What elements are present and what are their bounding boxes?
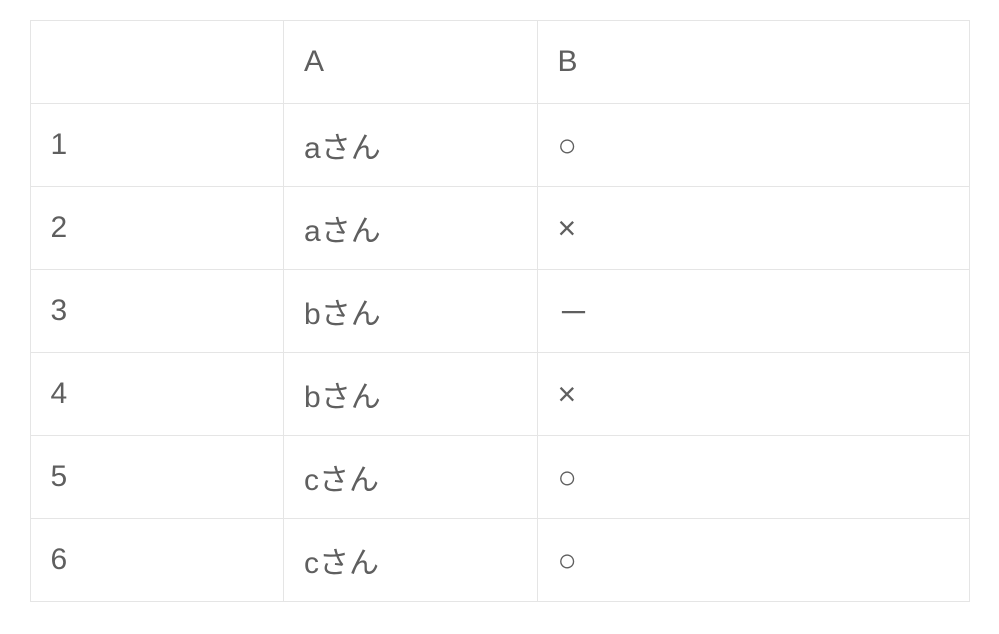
cell-col-b: － xyxy=(537,270,969,353)
cell-col-b: ○ xyxy=(537,104,969,187)
cell-col-a: aさん xyxy=(284,104,538,187)
cell-rownum: 3 xyxy=(30,270,284,353)
data-table: A B 1 aさん ○ 2 aさん × 3 bさん － 4 bさん xyxy=(30,20,970,602)
cell-col-b: ○ xyxy=(537,436,969,519)
cell-col-a: cさん xyxy=(284,519,538,602)
table-row: 5 cさん ○ xyxy=(30,436,969,519)
cell-col-a: cさん xyxy=(284,436,538,519)
cell-col-a: bさん xyxy=(284,353,538,436)
table-row: 4 bさん × xyxy=(30,353,969,436)
table-row: 1 aさん ○ xyxy=(30,104,969,187)
cell-col-a: aさん xyxy=(284,187,538,270)
cell-rownum: 6 xyxy=(30,519,284,602)
cell-col-a: bさん xyxy=(284,270,538,353)
cell-rownum: 2 xyxy=(30,187,284,270)
table-row: 2 aさん × xyxy=(30,187,969,270)
table-header-row: A B xyxy=(30,21,969,104)
header-rownum xyxy=(30,21,284,104)
cell-col-b: × xyxy=(537,187,969,270)
table-row: 6 cさん ○ xyxy=(30,519,969,602)
cell-rownum: 4 xyxy=(30,353,284,436)
header-col-b: B xyxy=(537,21,969,104)
cell-rownum: 5 xyxy=(30,436,284,519)
cell-col-b: ○ xyxy=(537,519,969,602)
cell-rownum: 1 xyxy=(30,104,284,187)
data-table-wrapper: A B 1 aさん ○ 2 aさん × 3 bさん － 4 bさん xyxy=(30,20,970,602)
header-col-a: A xyxy=(284,21,538,104)
table-row: 3 bさん － xyxy=(30,270,969,353)
cell-col-b: × xyxy=(537,353,969,436)
